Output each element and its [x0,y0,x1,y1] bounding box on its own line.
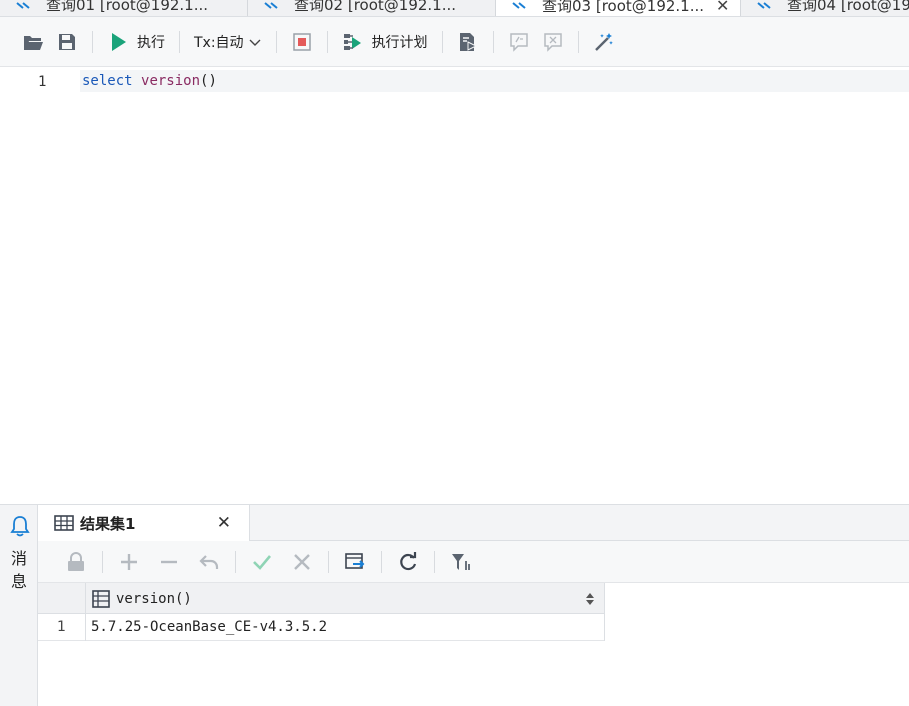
refresh-icon[interactable] [397,551,419,573]
filter-icon[interactable] [450,551,472,573]
uncomment-button[interactable] [536,25,570,59]
separator [328,550,329,573]
undo-icon[interactable] [198,551,220,573]
separator [275,30,277,53]
save-icon [56,31,78,53]
messages-label: 消 息 [11,547,29,593]
grid-header: version() [38,583,605,614]
chevron-down-icon [248,35,262,49]
query-icon [510,0,530,13]
tx-mode-label: Tx:自动 [194,34,244,51]
stop-button[interactable] [285,25,319,59]
separator [235,550,236,573]
query-icon [262,0,282,13]
uncomment-icon [542,31,564,53]
export-icon[interactable] [344,551,366,573]
sql-function: version [141,73,201,89]
query-icon [14,0,34,13]
sql-keyword: select [82,73,133,89]
tab-label: 查询03 [root@192.1... [542,0,705,15]
check-icon[interactable] [251,551,273,573]
separator [102,550,103,573]
stop-icon [291,31,313,53]
explain-plan-button[interactable]: 执行计划 [336,25,434,59]
result-set-label: 结果集1 [80,514,136,533]
query-tab-bar: 查询01 [root@192.1... 查询02 [root@192.1... … [0,0,909,17]
delete-row-icon[interactable] [158,551,180,573]
transaction-mode-dropdown[interactable]: Tx:自动 [188,25,268,59]
tab-label: 查询01 [root@192.1... [46,0,209,14]
grid-corner[interactable] [38,583,86,614]
table-icon [54,514,74,532]
query-icon [755,0,775,13]
add-row-icon[interactable] [118,551,140,573]
tab-query03[interactable]: 查询03 [root@192.1... ✕ [496,0,741,16]
sql-template-button[interactable] [451,25,485,59]
tab-query04[interactable]: 查询04 [root@19 [741,0,909,16]
tab-query01[interactable]: 查询01 [root@192.1... [0,0,248,16]
tab-label: 查询04 [root@19 [787,0,909,14]
separator [441,30,443,53]
comment-button[interactable] [502,25,536,59]
column-header-version[interactable]: version() [86,583,605,614]
row-number: 1 [38,614,86,641]
tab-query02[interactable]: 查询02 [root@192.1... [248,0,496,16]
separator [326,30,328,53]
play-icon [107,31,129,53]
separator [92,30,93,53]
messages-side-panel[interactable]: 消 息 [0,504,38,706]
separator [577,30,579,53]
results-panel: 结果集1 ✕ version() 1 5.7.25-OceanBase_CE-v… [38,504,909,706]
messages-label-char: 消 [11,549,28,568]
editor-toolbar: 执行 Tx:自动 执行计划 [0,17,909,67]
run-label: 执行 [137,34,165,51]
tab-label: 查询02 [root@192.1... [294,0,457,14]
bell-icon [10,515,30,537]
column-header-label: version() [116,590,192,607]
close-icon[interactable]: ✕ [716,0,729,15]
line-gutter: 1 [0,70,80,92]
table-row[interactable]: 1 5.7.25-OceanBase_CE-v4.3.5.2 [38,614,605,641]
sql-editor[interactable]: 1 select version() [0,67,909,504]
results-tab-bar: 结果集1 ✕ [38,505,909,541]
lock-icon[interactable] [65,551,87,573]
separator [492,30,494,53]
cancel-icon[interactable] [291,551,313,573]
code-line[interactable]: select version() [80,70,909,92]
document-run-icon [457,31,479,53]
save-button[interactable] [50,25,84,59]
tab-result-set-1[interactable]: 结果集1 ✕ [38,505,250,541]
format-sql-button[interactable] [587,25,621,59]
sort-icon[interactable] [586,592,594,606]
sql-parens: () [200,73,217,89]
separator [434,550,435,573]
magic-wand-icon [593,31,615,53]
close-icon[interactable]: ✕ [217,513,231,533]
messages-label-char: 息 [11,572,28,591]
column-table-icon [92,589,110,608]
folder-open-icon [22,31,44,53]
comment-icon [508,31,530,53]
explain-plan-icon [342,31,364,53]
run-button[interactable]: 执行 [101,25,171,59]
results-toolbar [38,541,909,583]
explain-plan-label: 执行计划 [371,34,428,51]
separator [381,550,382,573]
line-number: 1 [38,74,47,90]
open-file-button[interactable] [16,25,50,59]
table-cell[interactable]: 5.7.25-OceanBase_CE-v4.3.5.2 [86,614,605,641]
separator [179,30,180,53]
